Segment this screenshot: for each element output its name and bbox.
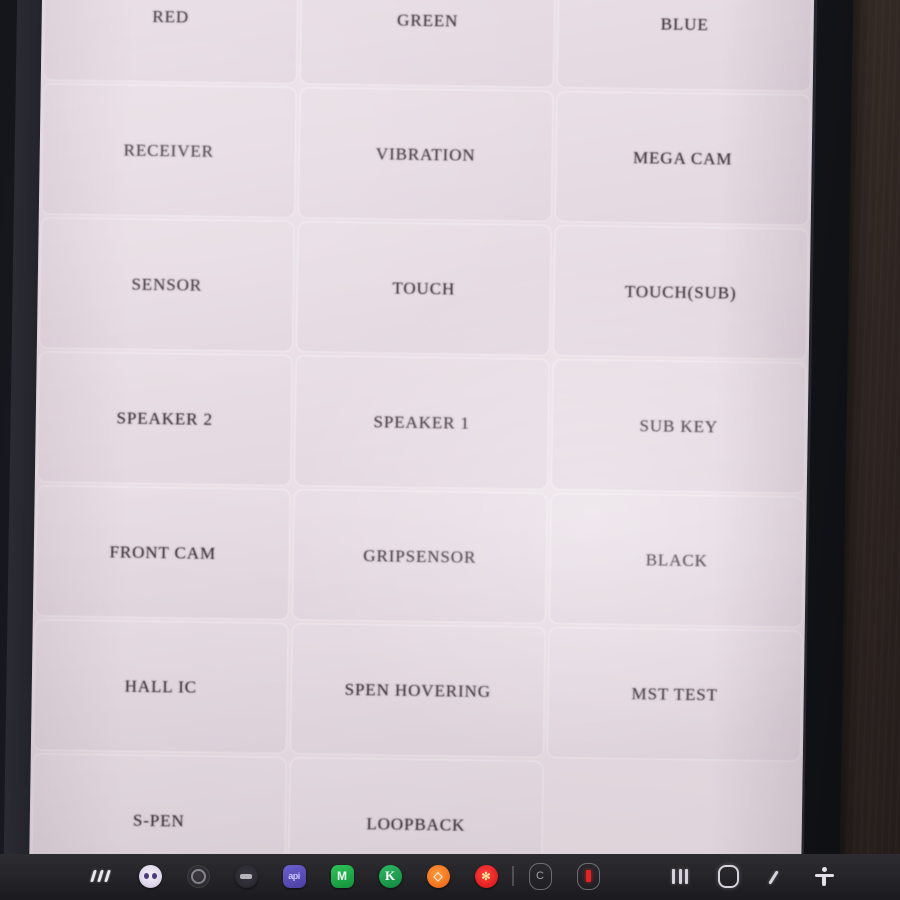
screenshot-stage: RED GREEN BLUE RECEIVER VIBRATION MEGA CAM SEN… xyxy=(0,0,900,900)
app-outline-phone-label: C xyxy=(536,870,544,882)
test-button-label: GRIPSENSOR xyxy=(363,545,477,567)
app-orange-label: ◇ xyxy=(433,869,443,883)
test-button[interactable]: VIBRATION xyxy=(297,87,554,222)
app-green-icon[interactable]: M xyxy=(318,853,366,899)
test-button[interactable]: HALL IC xyxy=(32,619,289,755)
test-button[interactable]: TOUCH(SUB) xyxy=(552,224,809,360)
test-button[interactable]: SPEAKER 2 xyxy=(36,351,293,487)
test-button-label: RED xyxy=(152,6,190,27)
recents-button[interactable] xyxy=(656,853,704,899)
test-button-label: SUB KEY xyxy=(639,415,719,436)
test-button-label: SPEAKER 1 xyxy=(373,411,471,433)
test-button[interactable]: BLACK xyxy=(548,492,805,628)
accessibility-button[interactable] xyxy=(800,853,848,899)
test-button[interactable]: GRIPSENSOR xyxy=(291,489,548,624)
back-button[interactable] xyxy=(752,853,800,899)
test-button-label: S-PEN xyxy=(132,810,185,831)
test-button-label: MST TEST xyxy=(631,683,719,704)
test-button[interactable]: RECEIVER xyxy=(40,83,297,219)
test-button[interactable]: BLUE xyxy=(556,0,813,92)
test-button[interactable]: SPEAKER 1 xyxy=(293,355,550,490)
phone-screen: RED GREEN BLUE RECEIVER VIBRATION MEGA CAM SEN… xyxy=(29,0,815,866)
test-button[interactable]: MST TEST xyxy=(546,626,803,762)
test-button[interactable]: MEGA CAM xyxy=(554,90,811,226)
test-button-label: SPEAKER 2 xyxy=(116,407,214,429)
test-button-label: BLACK xyxy=(645,549,708,570)
test-button-label: LOOPBACK xyxy=(366,813,466,835)
app-red-icon[interactable]: ✻ xyxy=(462,853,510,899)
test-button-label: HALL IC xyxy=(124,676,198,697)
kakao-icon[interactable]: K xyxy=(366,853,414,899)
test-button[interactable]: S-PEN xyxy=(30,753,287,866)
taskbar-divider xyxy=(512,866,514,886)
discord-icon[interactable] xyxy=(126,853,174,899)
test-button[interactable]: SPEN HOVERING xyxy=(289,623,546,758)
test-button[interactable]: SENSOR xyxy=(38,217,295,353)
test-button-label: SENSOR xyxy=(131,274,203,295)
test-button-label: TOUCH(SUB) xyxy=(624,281,737,303)
app-purple-label: api xyxy=(288,871,300,881)
app-circle-dark-icon[interactable] xyxy=(222,853,270,899)
app-circle-icon[interactable] xyxy=(174,853,222,899)
app-red-label: ✻ xyxy=(481,870,491,883)
test-button-label: BLUE xyxy=(660,14,709,34)
menu-dashes-icon[interactable] xyxy=(78,853,126,899)
app-purple-icon[interactable]: api xyxy=(270,853,318,899)
app-outline-phone-icon[interactable]: C xyxy=(516,853,564,899)
app-outline-red-icon[interactable] xyxy=(564,853,612,899)
grid-cell-empty xyxy=(545,761,801,866)
test-button[interactable]: LOOPBACK xyxy=(287,757,544,866)
test-button[interactable]: GREEN xyxy=(299,0,556,88)
app-orange-icon[interactable]: ◇ xyxy=(414,853,462,899)
test-button[interactable]: RED xyxy=(42,0,299,85)
app-green-label: M xyxy=(337,869,347,883)
test-button-label: TOUCH xyxy=(392,278,456,298)
test-button-label: SPEN HOVERING xyxy=(344,679,492,701)
kakao-label: K xyxy=(384,868,396,883)
taskbar: api M K ◇ ✻ C xyxy=(0,854,900,900)
test-button-label: VIBRATION xyxy=(375,143,476,165)
diagnostic-test-grid: RED GREEN BLUE RECEIVER VIBRATION MEGA CAM SEN… xyxy=(29,0,814,866)
home-button[interactable] xyxy=(704,853,752,899)
test-button[interactable]: FRONT CAM xyxy=(34,485,291,621)
test-button-label: FRONT CAM xyxy=(109,541,217,563)
test-button-label: RECEIVER xyxy=(123,140,215,161)
test-button[interactable]: TOUCH xyxy=(295,221,552,356)
test-button-label: GREEN xyxy=(397,10,459,30)
test-button[interactable]: SUB KEY xyxy=(550,358,807,494)
test-button-label: MEGA CAM xyxy=(632,147,733,169)
